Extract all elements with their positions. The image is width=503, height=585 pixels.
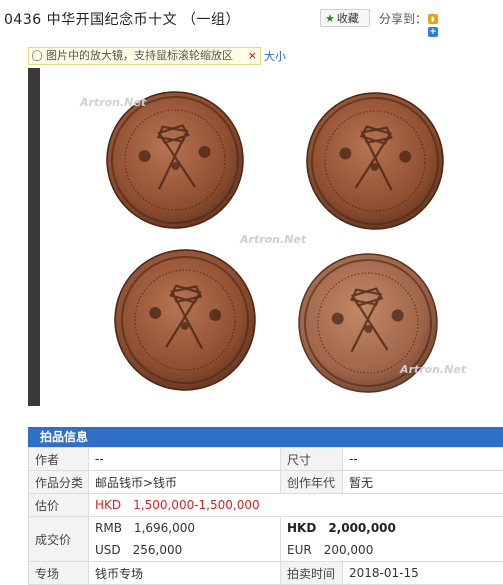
date-value: 2018-01-15: [343, 562, 503, 585]
favorite-label: 收藏: [337, 12, 359, 25]
date-label: 拍卖时间: [281, 562, 343, 585]
watermark-text: Artron.Net: [79, 96, 147, 109]
zoom-hint-bar: 图片中的放大镜，支持鼠标滚轮缩放区 ×: [28, 47, 261, 65]
watermark-text: Artron.Net: [239, 233, 307, 246]
eur-value: 200,000: [324, 543, 374, 557]
size-value: --: [343, 448, 503, 471]
rss-share-icon[interactable]: ◗: [428, 14, 438, 24]
estimate-value-cell: HKD 1,500,000-1,500,000: [89, 494, 503, 517]
author-value: --: [89, 448, 281, 471]
share-label: 分享到：: [379, 10, 427, 27]
lot-header: 0436 中华开国纪念币十文 （一组） ★收藏 分享到： ◗ +: [0, 0, 503, 36]
estimate-value: 1,500,000-1,500,000: [133, 498, 259, 512]
usd-value: 256,000: [133, 543, 183, 557]
table-row: 作品分类 邮品钱币>钱币 创作年代 暂无: [29, 471, 503, 494]
rmb-currency: RMB: [95, 521, 122, 535]
favorite-button[interactable]: ★收藏: [320, 9, 370, 27]
hkd-cell: HKD 2,000,000: [281, 517, 503, 540]
deal-label: 成交价: [29, 517, 89, 562]
hkd-value: 2,000,000: [328, 521, 396, 535]
table-row: USD 256,000 EUR 200,000: [29, 539, 503, 562]
year-value: 暂无: [343, 471, 503, 494]
category-value[interactable]: 邮品钱币>钱币: [89, 471, 281, 494]
session-label: 专场: [29, 562, 89, 585]
table-row: 成交价 RMB1,696,000 HKD2,000,000: [29, 517, 503, 540]
table-row: 作者 -- 尺寸 --: [29, 448, 503, 471]
info-section-heading: 拍品信息: [28, 427, 503, 447]
estimate-label: 估价: [29, 494, 89, 517]
author-label: 作者: [29, 448, 89, 471]
close-hint-button[interactable]: ×: [248, 48, 257, 64]
mouse-icon: [32, 50, 42, 61]
zoom-hint-text: 图片中的放大镜，支持鼠标滚轮缩放区: [46, 49, 233, 62]
lot-title: 0436 中华开国纪念币十文 （一组）: [4, 9, 240, 29]
share-more-button[interactable]: +: [428, 27, 438, 37]
size-label: 尺寸: [281, 448, 343, 471]
lot-image-canvas[interactable]: Artron.Net Artron.Net Artron.Net: [40, 68, 503, 406]
zoom-size-link[interactable]: 大小: [264, 48, 286, 64]
hkd-currency: HKD: [287, 521, 316, 535]
eur-cell: EUR 200,000: [281, 539, 503, 562]
usd-cell: USD 256,000: [89, 539, 281, 562]
category-label: 作品分类: [29, 471, 89, 494]
eur-currency: EUR: [287, 543, 312, 557]
lot-info-table: 作者 -- 尺寸 -- 作品分类 邮品钱币>钱币 创作年代 暂无 估价 HKD 1…: [28, 447, 503, 585]
table-row: 专场 钱币专场 拍卖时间 2018-01-15: [29, 562, 503, 585]
table-row: 估价 HKD 1,500,000-1,500,000: [29, 494, 503, 517]
lot-image-viewer[interactable]: Artron.Net Artron.Net Artron.Net: [28, 68, 503, 406]
estimate-currency: HKD: [95, 498, 121, 512]
rmb-cell: RMB 1,696,000: [89, 517, 281, 540]
year-label: 创作年代: [281, 471, 343, 494]
star-icon: ★: [325, 12, 335, 25]
coin-photo: Artron.Net Artron.Net Artron.Net: [40, 68, 503, 406]
watermark-text: Artron.Net: [399, 363, 467, 376]
session-value[interactable]: 钱币专场: [89, 562, 281, 585]
rmb-value: 1,696,000: [134, 521, 195, 535]
usd-currency: USD: [95, 543, 121, 557]
